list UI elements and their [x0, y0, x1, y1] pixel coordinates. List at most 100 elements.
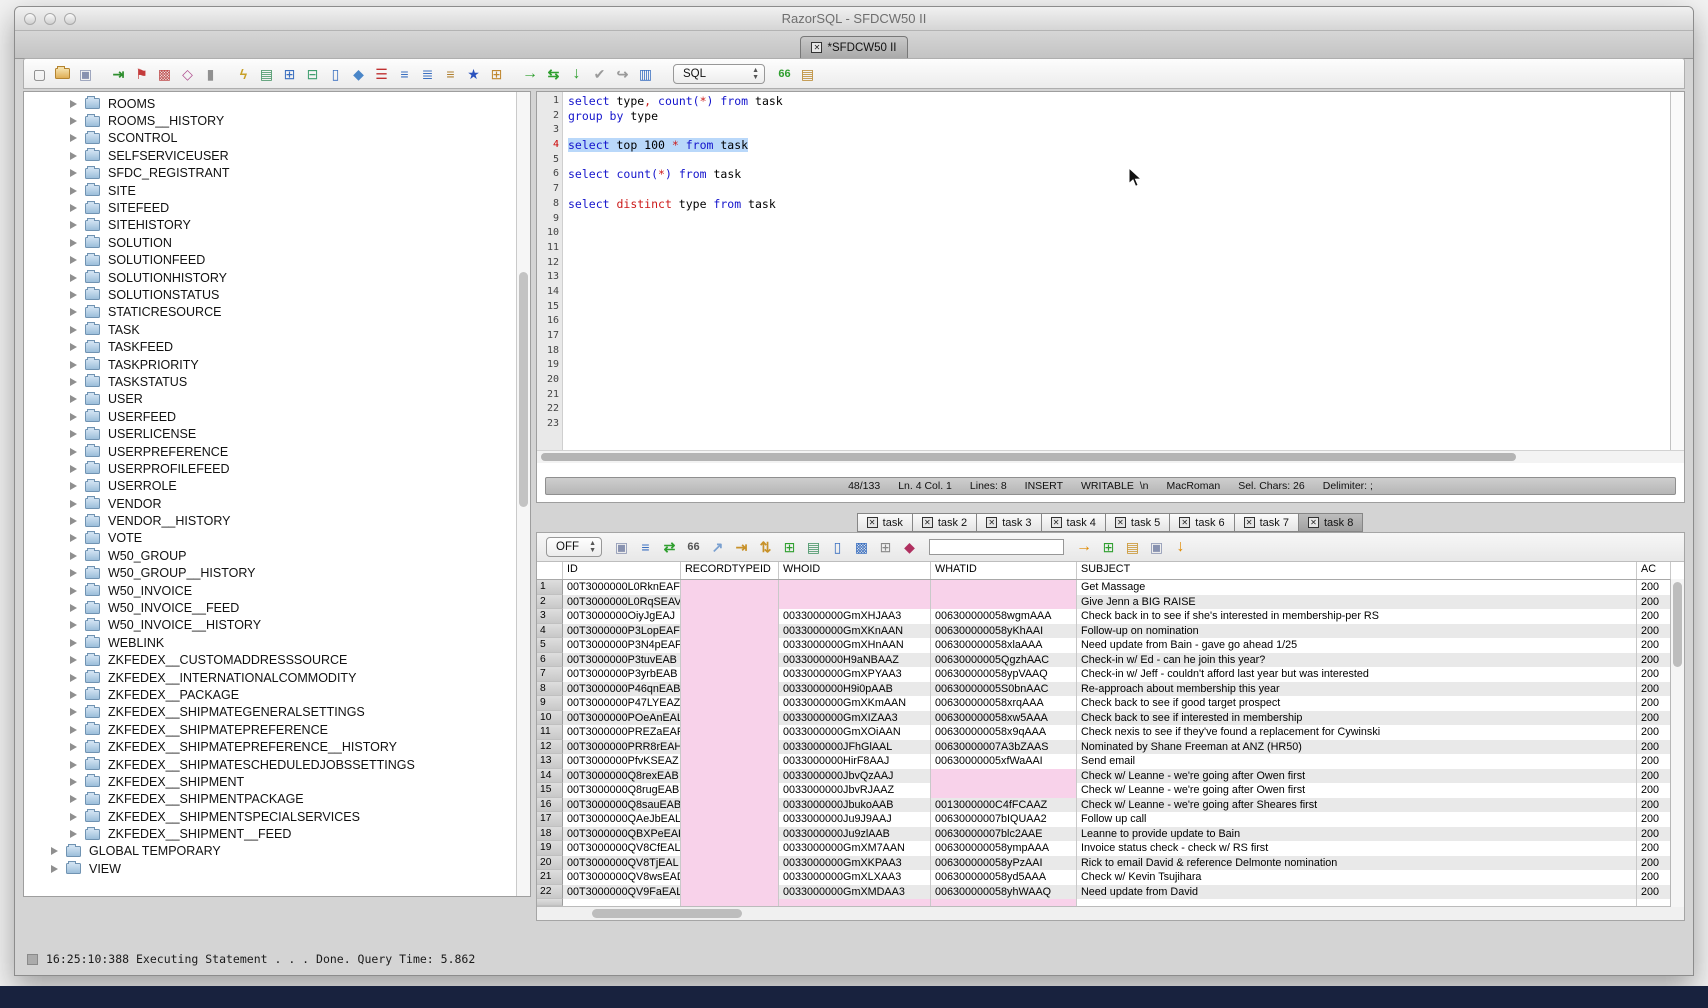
table-row[interactable]: 2000T3000000QV8TjEAL0033000000GmXKPAA300… [537, 856, 1684, 871]
cell-id[interactable]: 00T3000000P3N4pEAF [563, 638, 681, 653]
close-tab-icon[interactable]: ✕ [867, 517, 878, 528]
cell-rownum[interactable]: 4 [537, 624, 563, 639]
tree-item-taskpriority[interactable]: TASKPRIORITY [24, 356, 530, 373]
cell-whatid[interactable]: 00630000005S0bnAAC [931, 682, 1077, 697]
cell-rownum[interactable]: 13 [537, 754, 563, 769]
disclosure-triangle-icon[interactable] [70, 204, 77, 212]
lines-align-icon[interactable]: ≣ [420, 66, 435, 82]
code-area[interactable]: select type, count(*) from taskgroup by … [563, 92, 1670, 450]
disclosure-triangle-icon[interactable] [70, 761, 77, 769]
cell-whatid[interactable]: 006300000058ypVAAQ [931, 667, 1077, 682]
disclosure-triangle-icon[interactable] [70, 378, 77, 386]
cell-recordtypeid[interactable] [681, 653, 779, 668]
disclosure-triangle-icon[interactable] [70, 674, 77, 682]
cell-subject[interactable]: Rick to email David & reference Delmonte… [1077, 856, 1637, 871]
script-icon[interactable]: ▤ [1125, 539, 1140, 555]
find-in-results-icon[interactable]: 66 [686, 539, 701, 555]
cell-rownum[interactable]: 3 [537, 609, 563, 624]
tree-item-solutionstatus[interactable]: SOLUTIONSTATUS [24, 286, 530, 303]
table-refresh-icon[interactable]: ⊞ [782, 539, 797, 555]
disclosure-triangle-icon[interactable] [70, 274, 77, 282]
tree-item-userfeed[interactable]: USERFEED [24, 408, 530, 425]
cell-recordtypeid[interactable] [681, 885, 779, 900]
tree-item-sitefeed[interactable]: SITEFEED [24, 199, 530, 216]
close-window-button[interactable] [24, 13, 36, 25]
table-row[interactable]: 100T3000000L0RknEAFGet Massage200 [537, 580, 1684, 595]
table-row[interactable]: 1900T3000000QV8CfEAL0033000000GmXM7AAN00… [537, 841, 1684, 856]
tree-item-task[interactable]: TASK [24, 321, 530, 338]
cell-rownum[interactable]: 22 [537, 885, 563, 900]
cell-id[interactable]: 00T3000000P3tuvEAB [563, 653, 681, 668]
cell-whoid[interactable]: 0033000000HirF8AAJ [779, 754, 931, 769]
refresh-icon[interactable]: ⇄ [662, 539, 677, 555]
table-row[interactable]: 800T3000000P46qnEAB0033000000H9i0pAAB006… [537, 682, 1684, 697]
table-row[interactable]: 1000T3000000POeAnEAL0033000000GmXIZAA300… [537, 711, 1684, 726]
cell-id[interactable]: 00T3000000QV8wsEAD [563, 870, 681, 885]
disclosure-triangle-icon[interactable] [70, 239, 77, 247]
cell-id[interactable]: 00T3000000Q8sauEAB [563, 798, 681, 813]
new-object-icon[interactable]: ◇ [180, 66, 195, 82]
tree-item-zkfedex__shipmentpackage[interactable]: ZKFEDEX__SHIPMENTPACKAGE [24, 791, 530, 808]
tree-item-zkfedex__shipmatepreference[interactable]: ZKFEDEX__SHIPMATEPREFERENCE [24, 721, 530, 738]
cell-rownum[interactable]: 16 [537, 798, 563, 813]
cell-whatid[interactable]: 00630000007bIQUAA2 [931, 812, 1077, 827]
table-row[interactable] [537, 899, 1684, 906]
result-tab-task-7[interactable]: ✕task 7 [1234, 513, 1299, 532]
cell-whoid[interactable]: 0033000000GmXPYAA3 [779, 667, 931, 682]
disclosure-triangle-icon[interactable] [51, 865, 58, 873]
cell-subject[interactable]: Check nexis to see if they've found a re… [1077, 725, 1637, 740]
table-export-icon[interactable]: ⊞ [282, 66, 297, 82]
tree-item-view[interactable]: VIEW [24, 860, 530, 877]
cell-whatid[interactable]: 006300000058yd5AAA [931, 870, 1077, 885]
copy-icon[interactable]: ▩ [854, 539, 869, 555]
cell-rownum[interactable]: 15 [537, 783, 563, 798]
cell-recordtypeid[interactable] [681, 711, 779, 726]
find-replace-icon[interactable]: 66 [777, 66, 792, 82]
disclosure-triangle-icon[interactable] [70, 552, 77, 560]
editor-vertical-scrollbar[interactable] [1670, 92, 1684, 450]
disclosure-triangle-icon[interactable] [70, 569, 77, 577]
disclosure-triangle-icon[interactable] [70, 187, 77, 195]
save-results-icon[interactable]: ▣ [614, 539, 629, 555]
connect-icon[interactable]: ⇥ [111, 66, 126, 82]
sql-mode-select[interactable]: SQL ▲▼ [673, 64, 765, 84]
cell-rownum[interactable]: 20 [537, 856, 563, 871]
cell-whoid[interactable] [779, 580, 931, 595]
cell-rownum[interactable]: 18 [537, 827, 563, 842]
cell-subject[interactable]: Invoice status check - check w/ RS first [1077, 841, 1637, 856]
disclosure-triangle-icon[interactable] [70, 743, 77, 751]
sidebar-scrollbar-thumb[interactable] [519, 272, 528, 507]
cell-subject[interactable]: Leanne to provide update to Bain [1077, 827, 1637, 842]
zoom-window-button[interactable] [64, 13, 76, 25]
tree-item-w50_invoice[interactable]: W50_INVOICE [24, 582, 530, 599]
column-header-ID[interactable]: ID [563, 562, 681, 579]
table-row[interactable]: 300T3000000OiyJgEAJ0033000000GmXHJAA3006… [537, 609, 1684, 624]
table-row[interactable]: 600T3000000P3tuvEAB0033000000H9aNBAAZ006… [537, 653, 1684, 668]
cell-recordtypeid[interactable] [681, 754, 779, 769]
disclosure-triangle-icon[interactable] [70, 534, 77, 542]
cell-rownum[interactable]: 9 [537, 696, 563, 711]
cell-recordtypeid[interactable] [681, 595, 779, 610]
cell-id[interactable]: 00T3000000P47LYEAZ [563, 696, 681, 711]
cell-recordtypeid[interactable] [681, 682, 779, 697]
cell-rownum[interactable]: 2 [537, 595, 563, 610]
cell-whoid[interactable]: 0033000000H9i0pAAB [779, 682, 931, 697]
save-icon[interactable]: ▣ [78, 66, 93, 82]
new-document-icon[interactable]: ▢ [32, 66, 47, 82]
close-document-icon[interactable]: ✕ [811, 42, 822, 53]
cell-subject[interactable]: Check w/ Leanne - we're going after Owen… [1077, 783, 1637, 798]
tree-item-zkfedex__customaddresssource[interactable]: ZKFEDEX__CUSTOMADDRESSSOURCE [24, 652, 530, 669]
cell-recordtypeid[interactable] [681, 624, 779, 639]
cell-whatid[interactable]: 006300000058xlaAAA [931, 638, 1077, 653]
cell-id[interactable]: 00T3000000P3yrbEAB [563, 667, 681, 682]
cell-subject[interactable]: Get Massage [1077, 580, 1637, 595]
cell-whoid[interactable]: 0033000000H9aNBAAZ [779, 653, 931, 668]
disclosure-triangle-icon[interactable] [70, 413, 77, 421]
cell-recordtypeid[interactable] [681, 725, 779, 740]
cell-subject[interactable]: Follow up call [1077, 812, 1637, 827]
cell-recordtypeid[interactable] [681, 798, 779, 813]
cell-id[interactable]: 00T3000000QV8CfEAL [563, 841, 681, 856]
cell-subject[interactable]: Check w/ Leanne - we're going after Owen… [1077, 769, 1637, 784]
table-row[interactable]: 1500T3000000Q8rugEAB0033000000JbvRJAAZCh… [537, 783, 1684, 798]
disclosure-triangle-icon[interactable] [70, 517, 77, 525]
